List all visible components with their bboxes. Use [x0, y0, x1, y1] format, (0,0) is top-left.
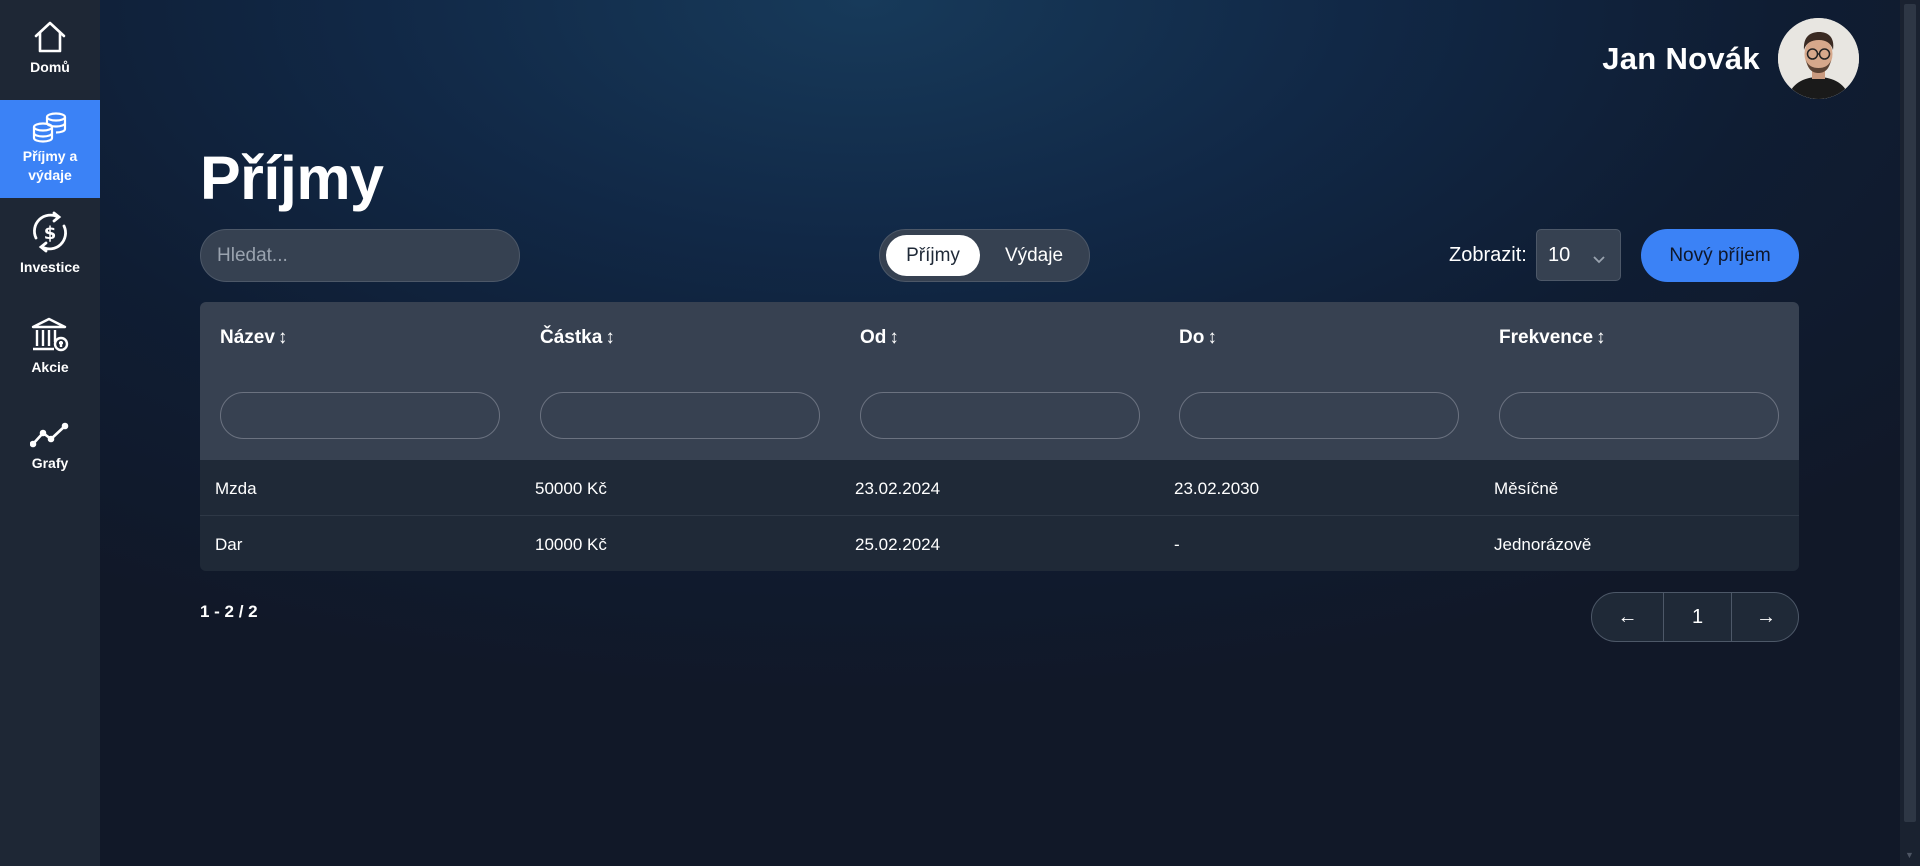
- cell-amount: 10000 Kč: [535, 535, 607, 554]
- column-header-from[interactable]: Od ↕: [860, 327, 899, 349]
- toggle-income-button[interactable]: Příjmy: [886, 235, 980, 276]
- column-header-frequency[interactable]: Frekvence ↕: [1499, 327, 1606, 349]
- sort-icon: ↕: [1596, 327, 1606, 348]
- filter-input-name[interactable]: [220, 392, 500, 439]
- cell-from: 23.02.2024: [855, 479, 941, 498]
- cell-frequency: Měsíčně: [1494, 479, 1559, 498]
- table-row[interactable]: Dar 10000 Kč 25.02.2024 - Jednorázově: [200, 516, 1799, 571]
- column-header-label: Částka: [540, 327, 603, 348]
- column-header-amount[interactable]: Částka ↕: [540, 327, 615, 349]
- cell-from: 25.02.2024: [855, 535, 941, 554]
- sidebar-item-label: Grafy: [31, 455, 69, 471]
- cell-amount: 50000 Kč: [535, 479, 607, 498]
- avatar[interactable]: [1778, 18, 1859, 99]
- cell-name: Dar: [215, 535, 243, 554]
- table-header: Název ↕ Částka ↕ Od ↕ Do ↕ Frekvence ↕: [200, 302, 1799, 460]
- sort-icon: ↕: [1207, 327, 1217, 348]
- page-size-label: Zobrazit:: [1449, 244, 1527, 266]
- sidebar-item-label: Investice: [20, 259, 80, 275]
- cell-to: 23.02.2030: [1174, 479, 1260, 498]
- chevron-down-icon: [1592, 248, 1606, 271]
- scroll-down-icon[interactable]: ▼: [1905, 850, 1914, 860]
- sidebar-item-investments[interactable]: $ Investice: [0, 210, 100, 290]
- pagination: ← 1 →: [1591, 592, 1799, 642]
- page-size-value: 10: [1548, 243, 1571, 266]
- sidebar-item-label: Akcie: [31, 359, 69, 375]
- new-income-button[interactable]: Nový příjem: [1641, 229, 1799, 282]
- pagination-range: 1 - 2 / 2: [200, 602, 258, 621]
- income-table: Název ↕ Částka ↕ Od ↕ Do ↕ Frekvence ↕ Mzda 5…: [200, 302, 1799, 571]
- svg-text:$: $: [44, 223, 57, 244]
- app-root: Domů Příjmy a výdaje $ Investice Akcie G…: [0, 0, 1920, 866]
- line-chart-icon: [30, 420, 70, 450]
- column-header-label: Frekvence: [1499, 327, 1594, 348]
- sort-icon: ↕: [889, 327, 899, 348]
- column-header-label: Od: [860, 327, 887, 348]
- scrollbar-thumb[interactable]: [1904, 4, 1916, 822]
- column-header-label: Název: [220, 327, 275, 348]
- column-header-name[interactable]: Název ↕: [220, 327, 287, 349]
- page-number-button[interactable]: 1: [1664, 593, 1732, 641]
- sidebar-item-income-expenses[interactable]: Příjmy a výdaje: [0, 100, 100, 198]
- sort-icon: ↕: [605, 327, 615, 348]
- search-input[interactable]: [200, 229, 520, 282]
- filter-input-amount[interactable]: [540, 392, 820, 439]
- sidebar-item-home[interactable]: Domů: [0, 15, 100, 85]
- bank-icon: [30, 316, 70, 354]
- filter-input-from[interactable]: [860, 392, 1140, 439]
- filter-input-frequency[interactable]: [1499, 392, 1779, 439]
- dollar-cycle-icon: $: [28, 210, 72, 254]
- column-header-label: Do: [1179, 327, 1205, 348]
- home-icon: [32, 15, 68, 54]
- filter-input-to[interactable]: [1179, 392, 1459, 439]
- next-page-button[interactable]: →: [1732, 593, 1798, 641]
- cell-frequency: Jednorázově: [1494, 535, 1592, 554]
- page-size-select[interactable]: 10: [1536, 229, 1621, 281]
- prev-page-button[interactable]: ←: [1592, 593, 1664, 641]
- sidebar-item-charts[interactable]: Grafy: [0, 420, 100, 486]
- cell-name: Mzda: [215, 479, 257, 498]
- user-name: Jan Novák: [1602, 41, 1760, 76]
- sidebar-item-label: Příjmy a výdaje: [22, 148, 78, 183]
- sidebar-item-label: Domů: [30, 59, 70, 75]
- scrollbar[interactable]: ▼: [1900, 0, 1920, 866]
- income-expense-toggle: Příjmy Výdaje: [879, 229, 1090, 282]
- coins-icon: [31, 111, 69, 143]
- column-header-to[interactable]: Do ↕: [1179, 327, 1217, 349]
- sort-icon: ↕: [277, 327, 288, 348]
- sidebar: Domů Příjmy a výdaje $ Investice Akcie G…: [0, 0, 100, 866]
- cell-to: -: [1174, 535, 1180, 554]
- page-title: Příjmy: [200, 144, 384, 212]
- sidebar-item-stocks[interactable]: Akcie: [0, 316, 100, 386]
- toggle-expenses-button[interactable]: Výdaje: [984, 235, 1084, 276]
- table-row[interactable]: Mzda 50000 Kč 23.02.2024 23.02.2030 Měsí…: [200, 460, 1799, 516]
